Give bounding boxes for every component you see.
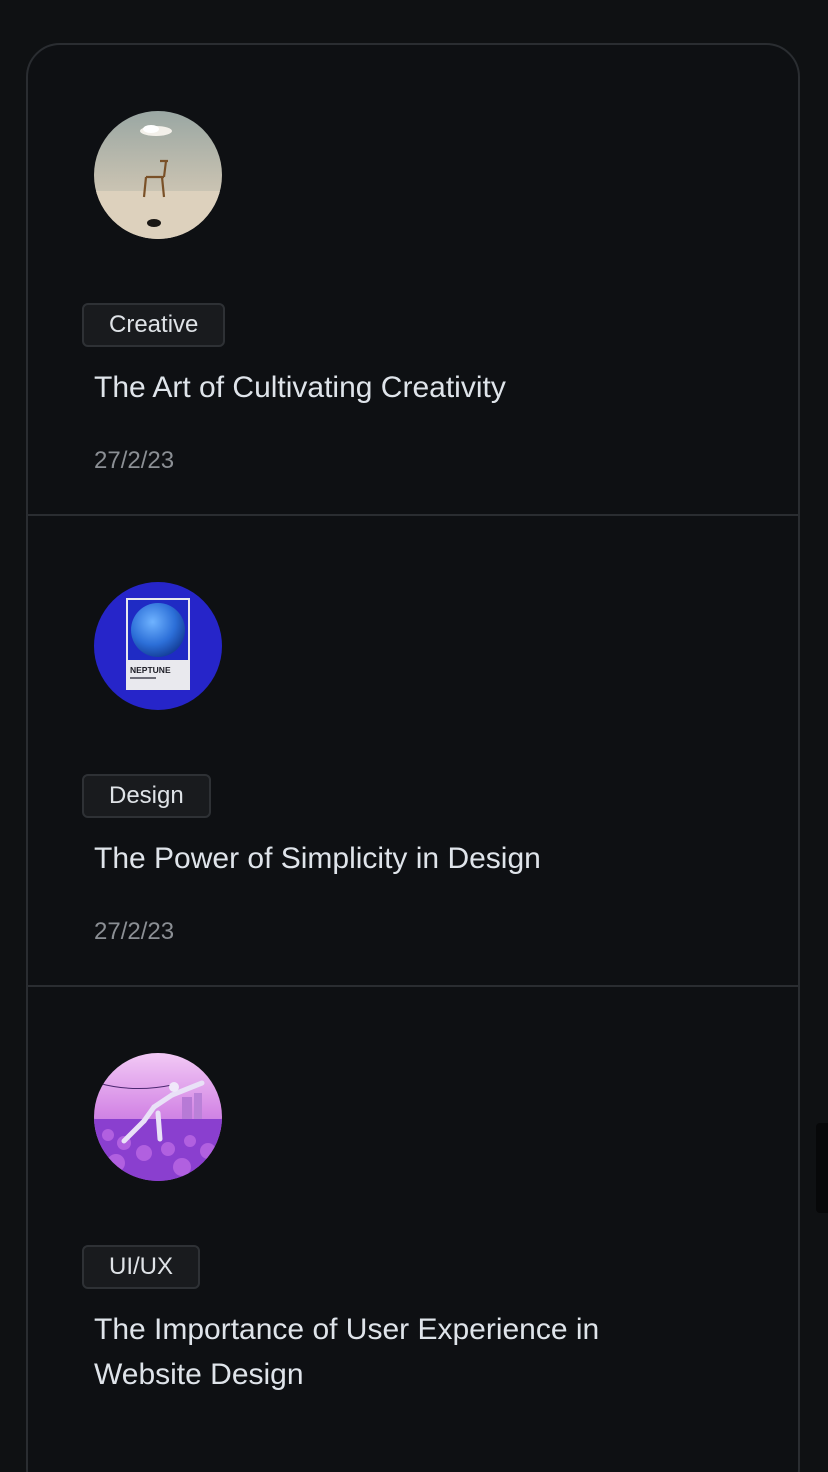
blog-post-card[interactable]: Creative The Art of Cultivating Creativi… bbox=[28, 45, 798, 516]
post-category-tag[interactable]: Creative bbox=[82, 303, 226, 347]
post-title[interactable]: The Power of Simplicity in Design bbox=[94, 836, 694, 881]
post-date: 27/2/23 bbox=[94, 447, 175, 474]
blog-post-card[interactable]: NEPTUNE Design The Power of Simplicity i… bbox=[28, 516, 798, 987]
post-title[interactable]: The Importance of User Experience in Web… bbox=[94, 1307, 694, 1397]
post-title[interactable]: The Art of Cultivating Creativity bbox=[94, 365, 694, 410]
blog-post-card[interactable]: UI/UX The Importance of User Experience … bbox=[28, 987, 798, 1458]
purple-field-figure-image bbox=[94, 1053, 222, 1181]
post-thumbnail-design[interactable]: NEPTUNE bbox=[94, 582, 222, 710]
post-thumbnail-uiux[interactable] bbox=[94, 1053, 222, 1181]
post-thumbnail-creative[interactable] bbox=[94, 111, 222, 239]
post-category-tag[interactable]: Design bbox=[82, 774, 211, 818]
page: Creative The Art of Cultivating Creativi… bbox=[0, 0, 828, 1472]
svg-text:NEPTUNE: NEPTUNE bbox=[130, 665, 171, 675]
post-date: 27/2/23 bbox=[94, 918, 175, 945]
blog-post-list: Creative The Art of Cultivating Creativi… bbox=[26, 43, 800, 1472]
scrollbar-thumb[interactable] bbox=[816, 1123, 828, 1213]
neptune-poster-image: NEPTUNE bbox=[94, 582, 222, 710]
post-category-tag[interactable]: UI/UX bbox=[82, 1245, 201, 1289]
desert-chair-image bbox=[94, 111, 222, 239]
